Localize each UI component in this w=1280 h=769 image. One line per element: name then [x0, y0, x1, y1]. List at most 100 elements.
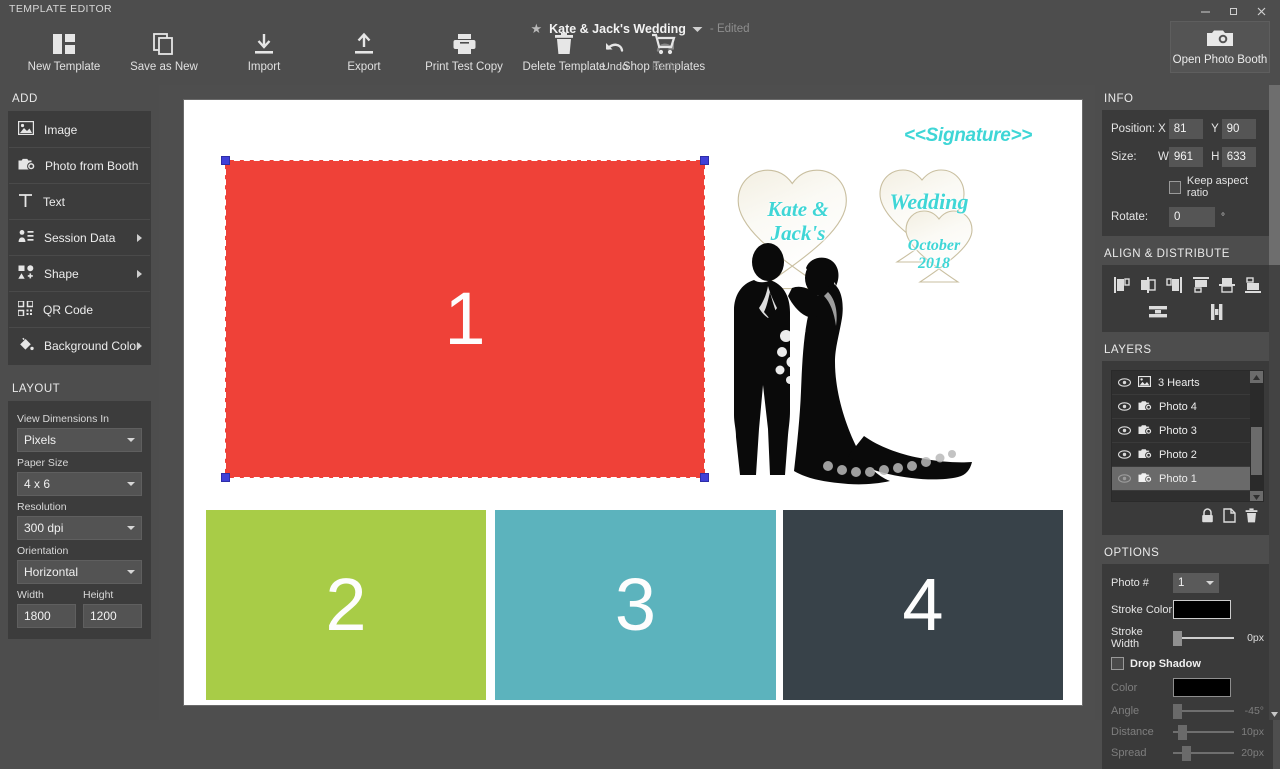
size-width-input[interactable]: 961	[1169, 147, 1203, 167]
view-dimensions-value: Pixels	[24, 433, 56, 447]
tool-label: Save as New	[130, 61, 198, 73]
stroke-width-slider[interactable]	[1173, 631, 1234, 645]
visibility-eye-icon[interactable]	[1118, 448, 1131, 462]
delete-icon[interactable]	[1245, 508, 1258, 526]
signature-text-layer[interactable]: <<Signature>>	[904, 125, 1032, 147]
visibility-eye-icon[interactable]	[1118, 472, 1131, 486]
minimize-icon[interactable]	[1192, 2, 1218, 20]
align-right-icon[interactable]	[1163, 274, 1185, 296]
keep-aspect-ratio-checkbox[interactable]	[1169, 181, 1181, 194]
close-icon[interactable]	[1248, 2, 1274, 20]
save-as-new-button[interactable]: Save as New	[114, 28, 214, 75]
favorite-star-icon[interactable]: ★	[530, 21, 542, 37]
size-height-input[interactable]: 633	[1222, 147, 1256, 167]
resolution-select[interactable]: 300 dpi	[17, 516, 142, 540]
photo-booth-icon	[1138, 472, 1152, 486]
photo-number-select[interactable]: 1	[1173, 573, 1219, 593]
position-x-input[interactable]: 81	[1169, 119, 1203, 139]
image-icon	[18, 121, 34, 138]
visibility-eye-icon[interactable]	[1118, 424, 1131, 438]
height-input[interactable]: 1200	[83, 604, 142, 628]
import-button[interactable]: Import	[214, 28, 314, 75]
open-photo-booth-button[interactable]: Open Photo Booth	[1170, 21, 1270, 73]
scrollbar-thumb[interactable]	[1251, 427, 1262, 475]
orientation-select[interactable]: Horizontal	[17, 560, 142, 584]
restore-icon[interactable]	[1220, 2, 1246, 20]
visibility-eye-icon[interactable]	[1118, 376, 1131, 390]
photo-booth-icon	[18, 157, 35, 174]
sidebar-item-image[interactable]: Image	[9, 112, 150, 148]
placeholder-number: 1	[444, 282, 485, 356]
template-paper[interactable]: 1 2 3 4 <<Signature>>	[184, 100, 1082, 705]
undo-redo-group: Undo Redo	[597, 40, 683, 73]
drop-shadow-checkbox[interactable]	[1111, 657, 1124, 670]
stroke-color-swatch[interactable]	[1173, 600, 1231, 619]
scroll-down-icon[interactable]	[1269, 709, 1280, 720]
sidebar-item-label: Text	[43, 195, 65, 209]
right-panel-scrollbar[interactable]	[1269, 85, 1280, 720]
position-y-input[interactable]: 90	[1222, 119, 1256, 139]
info-section-header: INFO	[1095, 85, 1280, 110]
distribute-vertical-icon[interactable]	[1206, 301, 1228, 323]
shadow-angle-slider	[1173, 704, 1234, 718]
scrollbar-thumb[interactable]	[1269, 85, 1280, 265]
h-label: H	[1211, 151, 1222, 163]
sidebar-item-photo-from-booth[interactable]: Photo from Booth	[9, 148, 150, 184]
photo-placeholder-2[interactable]: 2	[206, 510, 486, 700]
align-bottom-icon[interactable]	[1242, 274, 1264, 296]
paper-size-select[interactable]: 4 x 6	[17, 472, 142, 496]
photo-placeholder-1[interactable]: 1	[225, 160, 705, 478]
align-distribute-panel	[1102, 265, 1273, 332]
sidebar-item-label: Background Color	[44, 339, 140, 353]
print-test-copy-button[interactable]: Print Test Copy	[414, 28, 514, 75]
photo-placeholder-4[interactable]: 4	[783, 510, 1063, 700]
new-template-button[interactable]: New Template	[14, 28, 114, 75]
lock-icon[interactable]	[1201, 508, 1214, 526]
width-label: Width	[17, 589, 76, 601]
layer-name: Photo 4	[1159, 401, 1197, 413]
align-top-icon[interactable]	[1190, 274, 1212, 296]
chevron-right-icon	[137, 270, 142, 278]
document-title-bar: ★ Kate & Jack's Wedding - Edited	[530, 21, 749, 37]
chevron-right-icon	[137, 234, 142, 242]
layer-row[interactable]: Photo 4	[1112, 395, 1263, 419]
view-dimensions-select[interactable]: Pixels	[17, 428, 142, 452]
duplicate-icon[interactable]	[1223, 508, 1236, 526]
align-left-icon[interactable]	[1111, 274, 1133, 296]
bride-groom-silhouette-layer[interactable]	[724, 240, 984, 485]
undo-button[interactable]: Undo	[597, 40, 633, 73]
rotate-input[interactable]: 0	[1169, 207, 1215, 227]
layer-row[interactable]: Photo 2	[1112, 443, 1263, 467]
app-title: TEMPLATE EDITOR	[9, 3, 112, 15]
scroll-down-icon[interactable]	[1250, 491, 1263, 502]
align-middle-vertical-icon[interactable]	[1216, 274, 1238, 296]
photo-placeholder-3[interactable]: 3	[495, 510, 776, 700]
add-items-list: Image Photo from Booth Text Session Data	[8, 111, 151, 365]
sidebar-item-qr-code[interactable]: QR Code	[9, 292, 150, 328]
align-center-horizontal-icon[interactable]	[1137, 274, 1159, 296]
sidebar-item-text[interactable]: Text	[9, 184, 150, 220]
tool-label: Delete Template	[523, 61, 606, 73]
export-button[interactable]: Export	[314, 28, 414, 75]
placeholder-number: 4	[902, 568, 943, 642]
visibility-eye-icon[interactable]	[1118, 400, 1131, 414]
slider-knob	[1173, 704, 1182, 719]
layer-name: Photo 1	[1159, 473, 1197, 485]
scroll-up-icon[interactable]	[1250, 371, 1263, 383]
view-dimensions-label: View Dimensions In	[17, 413, 142, 425]
chevron-down-icon[interactable]	[693, 27, 703, 32]
canvas-area[interactable]: 1 2 3 4 <<Signature>>	[159, 85, 1095, 720]
sidebar-item-background-color[interactable]: Background Color	[9, 328, 150, 364]
layer-row[interactable]: Photo 1	[1112, 467, 1263, 491]
placeholder-number: 3	[615, 568, 656, 642]
distribute-horizontal-icon[interactable]	[1147, 301, 1169, 323]
width-input[interactable]: 1800	[17, 604, 76, 628]
layers-scrollbar[interactable]	[1250, 371, 1263, 502]
layers-list[interactable]: 3 Hearts Photo 4	[1111, 370, 1264, 502]
sidebar-item-shape[interactable]: Shape	[9, 256, 150, 292]
layer-row[interactable]: 3 Hearts	[1112, 371, 1263, 395]
slider-knob[interactable]	[1173, 631, 1182, 646]
sidebar-item-session-data[interactable]: Session Data	[9, 220, 150, 256]
layer-row[interactable]: Photo 3	[1112, 419, 1263, 443]
undo-label: Undo	[602, 61, 628, 73]
